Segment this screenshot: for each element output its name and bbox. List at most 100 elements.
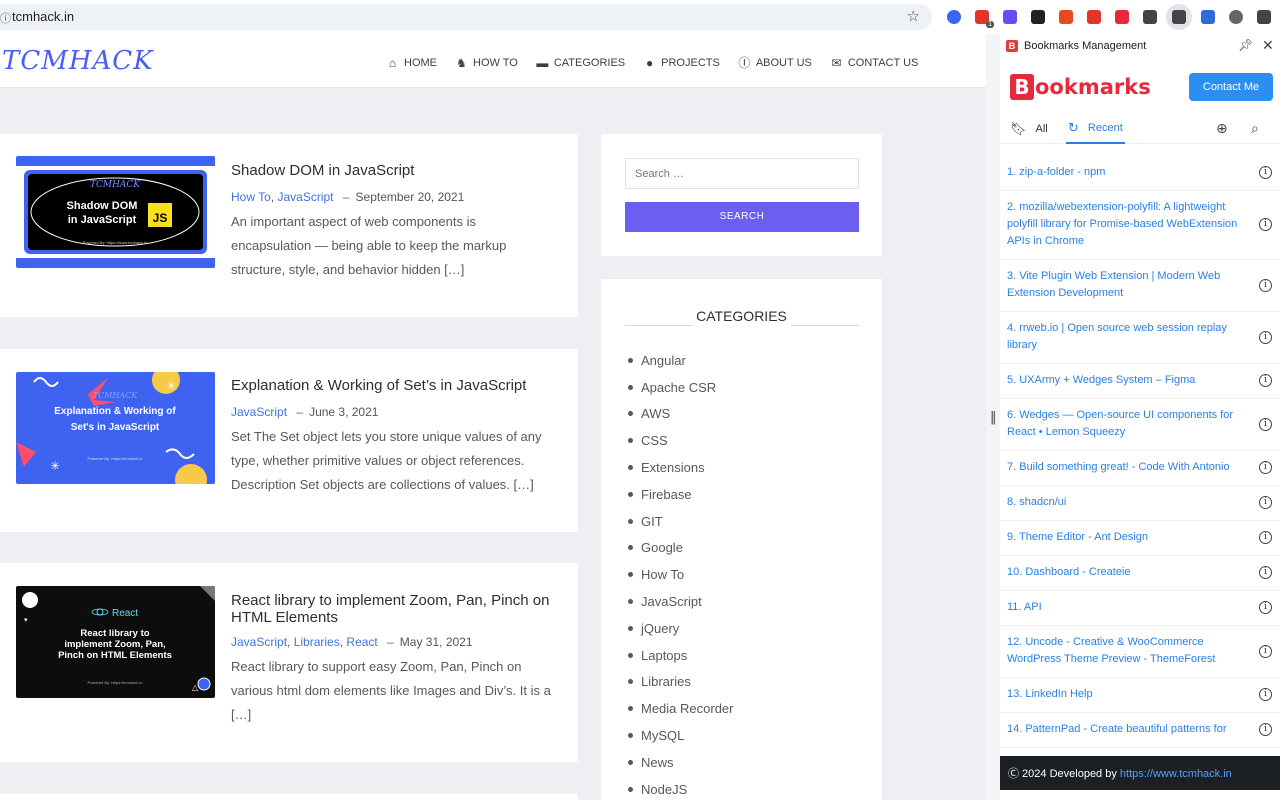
downloads-icon[interactable] xyxy=(1194,6,1222,28)
category-link[interactable]: CSS xyxy=(628,427,734,454)
info-icon[interactable]: i xyxy=(1259,166,1272,179)
post-category-link[interactable]: JavaScript xyxy=(231,635,287,649)
nav-contact-us[interactable]: ✉CONTACT US xyxy=(830,54,919,71)
bookmark-link[interactable]: 10. Dashboard - Createie xyxy=(1007,564,1246,581)
address-bar[interactable]: ⓘ tcmhack.in ☆ xyxy=(0,4,932,30)
ad-block-icon[interactable]: 1 xyxy=(968,6,996,28)
post-category-link[interactable]: React xyxy=(346,635,377,649)
colorzilla-icon[interactable] xyxy=(1052,6,1080,28)
site-info-icon[interactable]: ⓘ xyxy=(0,10,11,26)
bookmark-star-icon[interactable]: ☆ xyxy=(907,7,920,25)
category-link[interactable]: MySQL xyxy=(628,722,734,749)
post-category-link[interactable]: JavaScript xyxy=(231,405,287,419)
post-date: June 3, 2021 xyxy=(309,405,378,419)
profile-avatar-icon[interactable] xyxy=(1222,6,1250,28)
hunter-icon[interactable] xyxy=(1024,6,1052,28)
bookmark-link[interactable]: 13. LinkedIn Help xyxy=(1007,686,1246,703)
pin-icon[interactable]: 📌︎ xyxy=(1238,38,1253,52)
close-icon[interactable]: ✕ xyxy=(1262,37,1274,54)
category-link[interactable]: GIT xyxy=(628,508,734,535)
category-link[interactable]: Extensions xyxy=(628,454,734,481)
info-icon[interactable]: i xyxy=(1259,218,1272,231)
post-title[interactable]: React library to implement Zoom, Pan, Pi… xyxy=(231,592,561,626)
wappalyzer-icon[interactable] xyxy=(996,6,1024,28)
search-button[interactable]: SEARCH xyxy=(625,202,859,232)
bookmark-link[interactable]: 5. UXArmy + Wedges System – Figma xyxy=(1007,372,1246,389)
nav-home[interactable]: ⌂HOME xyxy=(386,54,437,71)
bookmark-link[interactable]: 12. Uncode - Creative & WooCommerce Word… xyxy=(1007,634,1246,668)
search-input[interactable] xyxy=(625,158,859,189)
bookmark-link[interactable]: 6. Wedges — Open-source UI components fo… xyxy=(1007,407,1246,441)
category-link[interactable]: Angular xyxy=(628,347,734,374)
bookmark-link[interactable]: 9. Theme Editor - Ant Design xyxy=(1007,529,1246,546)
tab-recent[interactable]: ↻ Recent xyxy=(1066,114,1125,144)
category-link[interactable]: Libraries xyxy=(628,669,734,696)
menu-kebab-icon[interactable] xyxy=(1250,6,1278,28)
info-icon[interactable]: i xyxy=(1259,374,1272,387)
info-icon[interactable]: i xyxy=(1259,331,1272,344)
category-link[interactable]: Google xyxy=(628,535,734,562)
browser-toolbar: ⓘ tcmhack.in ☆ 1 xyxy=(0,0,1280,34)
category-link[interactable]: JavaScript xyxy=(628,588,734,615)
info-icon[interactable]: i xyxy=(1259,418,1272,431)
address-url[interactable]: tcmhack.in xyxy=(12,9,74,24)
bookmark-link[interactable]: 1. zip-a-folder - npm xyxy=(1007,164,1246,181)
post-category-link[interactable]: Libraries xyxy=(294,635,340,649)
bookmark-link[interactable]: 8. shadcn/ui xyxy=(1007,494,1246,511)
side-panel-icon[interactable] xyxy=(1166,4,1192,30)
info-icon[interactable]: i xyxy=(1259,496,1272,509)
info-icon[interactable]: i xyxy=(1259,645,1272,658)
resize-handle-icon[interactable]: ‖ xyxy=(990,410,997,425)
info-icon[interactable]: i xyxy=(1259,688,1272,701)
post-thumbnail-shadow-dom[interactable]: TCMHACK Shadow DOM in JavaScript JS Powe… xyxy=(16,156,215,268)
nav-projects[interactable]: ●PROJECTS xyxy=(643,54,720,71)
post-category-link[interactable]: JavaScript xyxy=(277,190,333,204)
svg-text:△: △ xyxy=(192,683,199,692)
bookmark-link[interactable]: 4. rrweb.io | Open source web session re… xyxy=(1007,320,1246,354)
bookmark-link[interactable]: 2. mozilla/webextension-polyfill: A ligh… xyxy=(1007,199,1246,250)
1password-icon[interactable] xyxy=(940,6,968,28)
info-icon[interactable]: i xyxy=(1259,566,1272,579)
post-title[interactable]: Shadow DOM in JavaScript xyxy=(231,162,561,179)
svg-text:✳: ✳ xyxy=(166,379,176,393)
category-link[interactable]: jQuery xyxy=(628,615,734,642)
post-title[interactable]: Explanation & Working of Set’s in JavaSc… xyxy=(231,377,561,394)
profile-avatar-glyph xyxy=(1229,10,1243,24)
category-link[interactable]: Laptops xyxy=(628,642,734,669)
contact-me-button[interactable]: Contact Me xyxy=(1189,73,1273,101)
info-icon[interactable]: i xyxy=(1259,279,1272,292)
bookmarks-ext-icon[interactable] xyxy=(1108,6,1136,28)
nav-about-us[interactable]: ⓘABOUT US xyxy=(738,54,812,71)
thumb-footer: Powered By: https://tcmhack.in xyxy=(88,680,143,685)
info-icon[interactable]: i xyxy=(1259,601,1272,614)
add-circle-icon[interactable]: ⊕ xyxy=(1216,120,1228,137)
extensions-puzzle-icon[interactable] xyxy=(1136,6,1164,28)
bookmark-link[interactable]: 3. Vite Plugin Web Extension | Modern We… xyxy=(1007,268,1246,302)
info-icon[interactable]: i xyxy=(1259,461,1272,474)
category-link[interactable]: AWS xyxy=(628,401,734,428)
info-icon[interactable]: i xyxy=(1259,723,1272,736)
category-link[interactable]: Apache CSR xyxy=(628,374,734,401)
bookmark-item: 5. UXArmy + Wedges System – Figma i xyxy=(1000,364,1280,399)
category-link[interactable]: NodeJS xyxy=(628,776,734,800)
nav-categories[interactable]: ▬CATEGORIES xyxy=(536,54,625,71)
post-thumbnail-react-zoom[interactable]: △ ▾ React React library to implement Zoo… xyxy=(16,586,215,698)
category-link[interactable]: How To xyxy=(628,561,734,588)
site-logo[interactable]: TCMHACK xyxy=(2,46,154,76)
footer-link[interactable]: https://www.tcmhack.in xyxy=(1120,768,1232,780)
nav-how-to[interactable]: ♞HOW TO xyxy=(455,54,518,71)
1password-glyph xyxy=(947,10,961,24)
bookmark-link[interactable]: 7. Build something great! - Code With An… xyxy=(1007,459,1246,476)
post-thumbnail-sets[interactable]: ✳ ✳ TCMHACK Explanation & Working of Set… xyxy=(16,372,215,484)
bookmark-item: 3. Vite Plugin Web Extension | Modern We… xyxy=(1000,260,1280,312)
tab-all[interactable]: 🔖︎ All xyxy=(1008,114,1050,144)
post-category-link[interactable]: How To xyxy=(231,190,271,204)
search-icon[interactable]: ⌕ xyxy=(1251,120,1259,137)
category-link[interactable]: Media Recorder xyxy=(628,695,734,722)
category-link[interactable]: News xyxy=(628,749,734,776)
info-icon[interactable]: i xyxy=(1259,531,1272,544)
privacy-badger-icon[interactable] xyxy=(1080,6,1108,28)
bookmark-link[interactable]: 14. PatternPad - Create beautiful patter… xyxy=(1007,721,1246,738)
bookmark-link[interactable]: 11. API xyxy=(1007,599,1246,616)
category-link[interactable]: Firebase xyxy=(628,481,734,508)
